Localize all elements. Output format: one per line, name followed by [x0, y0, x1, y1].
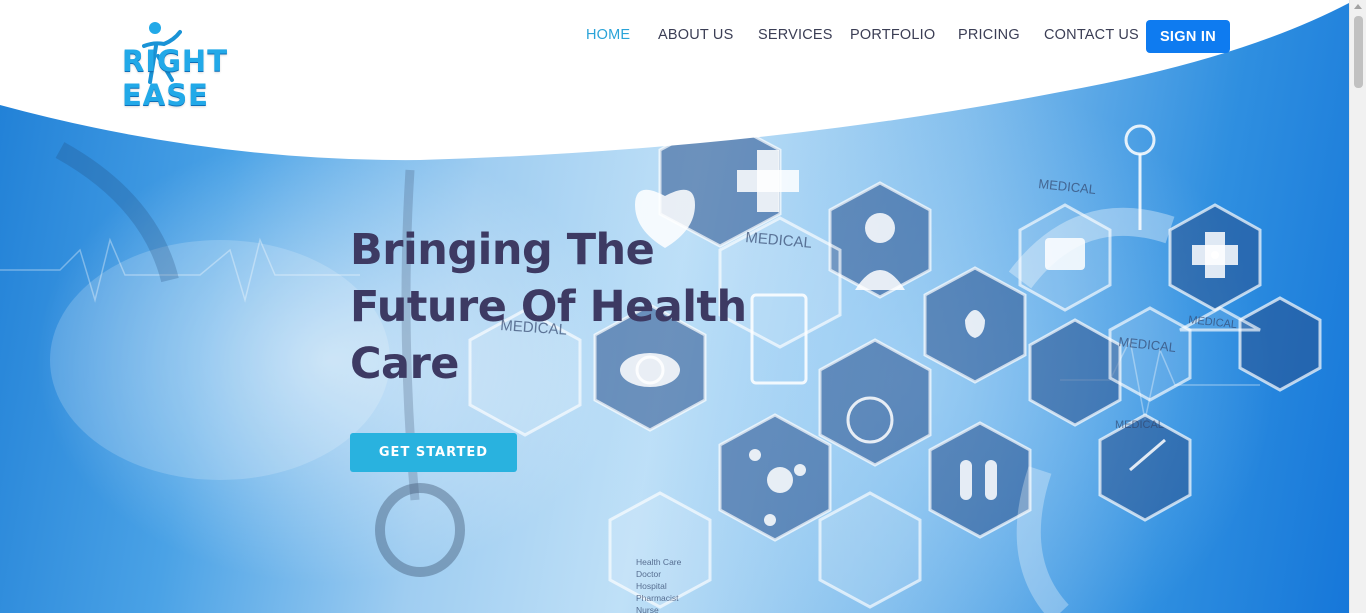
bg-list-item: Pharmacist	[636, 593, 679, 603]
page-scrollbar[interactable]	[1349, 0, 1366, 613]
bg-list-item: Hospital	[636, 581, 667, 591]
scrollbar-thumb[interactable]	[1354, 16, 1363, 88]
bg-medical-label-3: MEDICAL	[1038, 176, 1097, 197]
bg-list-item: Doctor	[636, 569, 661, 579]
sign-in-button[interactable]: SIGN IN	[1146, 20, 1230, 53]
logo[interactable]: RIGHT EASE	[122, 20, 322, 112]
nav-home[interactable]: HOME	[586, 27, 630, 43]
nav-services[interactable]: SERVICES	[758, 27, 833, 43]
nav-about-us[interactable]: ABOUT US	[658, 27, 733, 43]
nav-contact-us[interactable]: CONTACT US	[1044, 27, 1139, 43]
nav-pricing[interactable]: PRICING	[958, 27, 1020, 43]
hero-section: MEDICAL MEDICAL MEDICAL MEDICAL MEDICAL …	[0, 0, 1349, 613]
bg-list-item: Health Care	[636, 557, 682, 567]
nav-portfolio[interactable]: PORTFOLIO	[850, 27, 935, 43]
hero-headline: Bringing The Future Of Health Care	[350, 225, 747, 389]
scroll-up-arrow-icon[interactable]	[1354, 4, 1362, 9]
bg-medical-label-6: MEDICAL	[1115, 419, 1164, 431]
logo-text: RIGHT EASE	[122, 44, 228, 112]
get-started-button[interactable]: GET STARTED	[350, 433, 517, 472]
bg-list-item: Nurse	[636, 605, 659, 613]
